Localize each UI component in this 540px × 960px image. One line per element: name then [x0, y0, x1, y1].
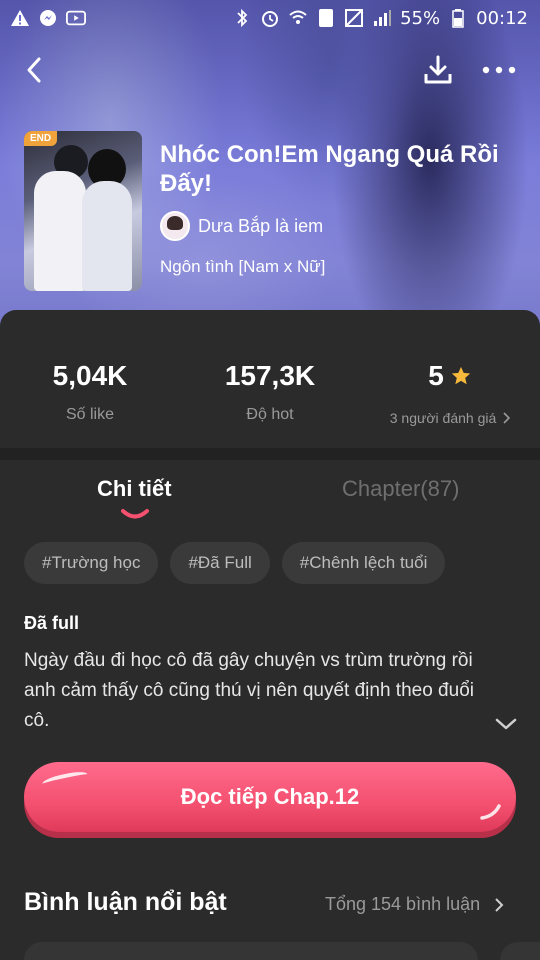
battery-percent: 55%	[400, 7, 441, 29]
stat-rating[interactable]: 5 3 người đánh giá	[380, 360, 520, 426]
author-name: Dưa Bắp là iem	[198, 215, 324, 236]
likes-label: Số like	[65, 406, 115, 423]
shine-decoration	[480, 804, 501, 820]
tag-item[interactable]: #Chênh lệch tuổi	[281, 542, 446, 584]
messenger-icon	[38, 8, 58, 28]
end-badge: END	[24, 131, 58, 146]
book-title: Nhóc Con!Em Ngang Quá Rồi Đấy!	[160, 141, 499, 197]
status-bar: 55% 00:12	[0, 0, 540, 36]
star-icon	[451, 366, 470, 385]
tab-details[interactable]: Chi tiết	[97, 476, 172, 502]
download-icon	[424, 55, 452, 84]
hot-label: Độ hot	[246, 406, 294, 423]
expand-description-button[interactable]	[492, 712, 520, 736]
book-cover[interactable]: END	[24, 131, 142, 291]
chevron-down-icon	[495, 718, 517, 730]
comments-total: Tổng 154 bình luận	[325, 894, 481, 914]
continue-reading-button[interactable]: Đọc tiếp Chap.12	[24, 762, 516, 832]
alarm-icon	[260, 8, 280, 28]
clock: 00:12	[476, 7, 528, 29]
video-app-icon	[66, 8, 86, 28]
author-avatar	[160, 211, 190, 241]
author-row[interactable]: Dưa Bắp là iem	[160, 211, 323, 241]
signal-icon	[372, 8, 392, 28]
wifi-icon	[288, 8, 308, 28]
description-title: Đã full	[24, 613, 80, 633]
sim-icon	[316, 8, 336, 28]
stat-likes: 5,04K Số like	[30, 360, 150, 424]
section-divider	[0, 448, 540, 460]
download-button[interactable]	[418, 50, 458, 90]
no-signal-icon	[344, 8, 364, 28]
more-button[interactable]	[478, 50, 520, 90]
tab-chapters[interactable]: Chapter(87)	[342, 476, 459, 502]
back-button[interactable]	[16, 50, 52, 90]
chevron-right-icon	[503, 412, 511, 424]
bluetooth-icon	[232, 8, 252, 28]
tab-active-indicator	[121, 509, 149, 519]
warning-icon	[10, 8, 30, 28]
chevron-right-icon	[495, 897, 504, 912]
tag-item[interactable]: #Đã Full	[170, 542, 270, 584]
tag-list: #Trường học #Đã Full #Chênh lệch tuổi	[24, 542, 446, 584]
comments-total-link[interactable]: Tổng 154 bình luận	[325, 894, 504, 915]
comments-title: Bình luận nổi bật	[24, 888, 227, 916]
rating-label: 3 người đánh giá	[389, 410, 497, 426]
rating-value: 5	[428, 360, 444, 391]
comment-card[interactable]	[24, 942, 478, 960]
chevron-left-icon	[27, 57, 41, 83]
likes-value: 5,04K	[52, 360, 128, 391]
top-nav	[0, 46, 540, 96]
continue-reading-label: Đọc tiếp Chap.12	[180, 784, 360, 809]
description-body: Ngày đầu đi học cô đã gây chuyện vs trùm…	[24, 650, 474, 731]
stat-hot: 157,3K Độ hot	[210, 360, 330, 424]
book-genre: Ngôn tình [Nam x Nữ]	[160, 257, 326, 276]
hot-value: 157,3K	[224, 360, 316, 391]
more-horizontal-icon	[482, 66, 516, 74]
tag-item[interactable]: #Trường học	[24, 542, 159, 584]
battery-icon	[448, 8, 468, 28]
